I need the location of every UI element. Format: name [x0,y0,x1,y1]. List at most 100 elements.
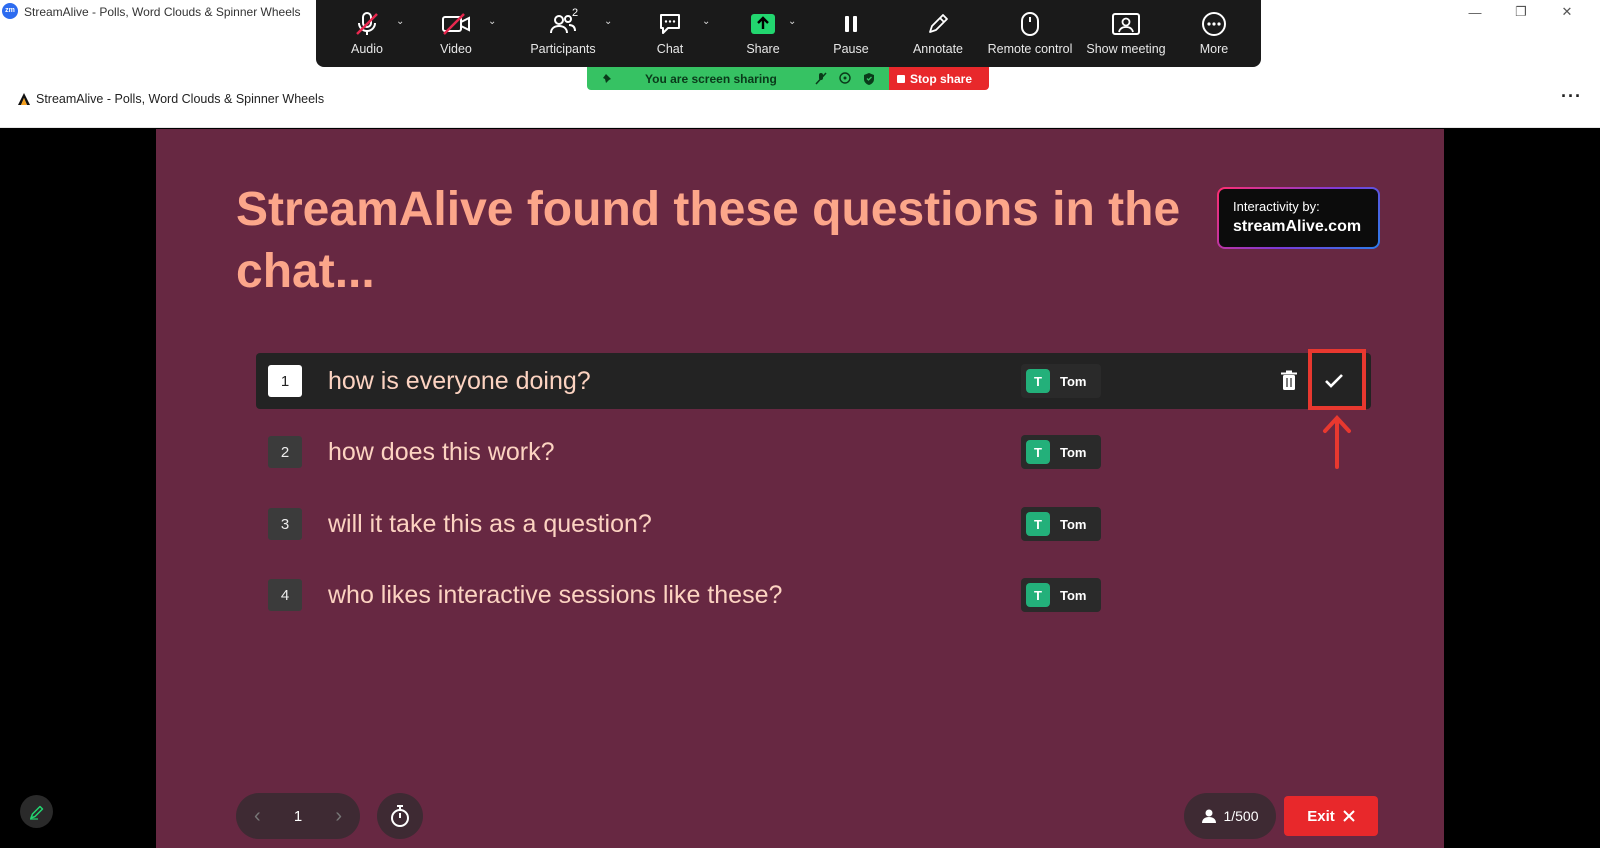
question-number: 3 [268,508,302,540]
draw-tool-button[interactable] [20,795,53,828]
chevron-down-icon[interactable]: ⌄ [396,16,404,27]
audio-button[interactable]: ⌄ Audio [326,0,408,67]
stopwatch-icon [391,805,409,827]
mic-muted-small-icon [815,72,827,85]
show-meeting-button[interactable]: Show meeting [1078,0,1174,67]
chevron-right-icon[interactable]: › [335,805,342,828]
participants-button[interactable]: 2 ⌄ Participants [504,0,622,67]
chevron-down-icon[interactable]: ⌄ [488,16,496,27]
chevron-down-icon[interactable]: ⌄ [702,16,710,27]
chat-button[interactable]: ⌄ Chat [622,0,718,67]
question-row[interactable]: 1 how is everyone doing? T Tom [256,353,1371,409]
shield-check-icon [864,73,874,85]
avatar: T [1026,583,1050,607]
slide-headline: StreamAlive found these questions in the… [236,183,1181,298]
pencil-icon [929,14,948,33]
avatar: T [1026,369,1050,393]
question-number: 4 [268,579,302,611]
brand-caption: Interactivity by: [1233,199,1320,214]
question-text: who likes interactive sessions like thes… [328,581,783,609]
chat-icon [660,14,680,34]
app-tab-title: StreamAlive - Polls, Word Clouds & Spinn… [36,92,325,106]
chevron-down-icon[interactable]: ⌄ [788,16,796,27]
trash-icon[interactable] [1280,370,1298,392]
question-row[interactable]: 3 will it take this as a question? T Tom [256,496,1371,552]
annotate-button[interactable]: Annotate [894,0,982,67]
show-meeting-label: Show meeting [1086,42,1166,56]
author-name: Tom [1060,373,1087,389]
participants-count-label: 1/500 [1223,808,1259,824]
avatar: T [1026,512,1050,536]
avatar: T [1026,440,1050,464]
question-row[interactable]: 4 who likes interactive sessions like th… [256,567,1371,623]
remote-control-button[interactable]: Remote control [982,0,1078,67]
status-circle-icon [839,72,851,84]
audio-label: Audio [351,42,383,56]
video-button[interactable]: ⌄ Video [408,0,504,67]
brand-domain: streamAlive.com [1233,218,1362,235]
stop-share-label: Stop share [910,71,973,86]
user-icon [1202,809,1217,823]
restore-button[interactable]: ❐ [1498,0,1544,24]
share-label: Share [746,42,780,56]
share-button[interactable]: ⌄ Share [718,0,808,67]
highlight-box [1308,349,1366,410]
question-number: 1 [268,365,302,397]
participants-count-button[interactable]: 1/500 [1184,793,1276,839]
pause-icon [845,16,857,32]
zoom-meeting-toolbar: ⌄ Audio ⌄ Video 2 ⌄ Participants ⌄ Chat … [316,0,1261,67]
stop-share-button[interactable]: Stop share [889,67,989,90]
close-icon [1343,810,1355,822]
participants-label: Participants [530,42,596,56]
pause-label: Pause [833,42,869,56]
video-label: Video [440,42,472,56]
streamalive-logo-icon [18,93,30,105]
show-meeting-icon [1112,13,1140,35]
window-title: StreamAlive - Polls, Word Clouds & Spinn… [24,5,301,19]
exit-label: Exit [1307,807,1335,825]
streamalive-brand-badge[interactable]: Interactivity by: streamAlive.com [1217,187,1380,249]
author-name: Tom [1060,516,1087,532]
participants-count: 2 [572,7,579,19]
remote-control-label: Remote control [987,42,1073,56]
video-off-icon [442,13,470,35]
page-number: 1 [293,807,303,825]
author-chip: T Tom [1021,578,1101,612]
share-status-text: You are screen sharing [645,72,777,86]
more-icon [1202,12,1226,36]
exit-button[interactable]: Exit [1284,796,1378,836]
presentation-slide: StreamAlive found these questions in the… [156,129,1444,848]
pencil-icon [29,805,43,820]
pin-icon[interactable] [601,72,613,84]
more-dots-icon[interactable]: ··· [1561,86,1582,107]
question-text: will it take this as a question? [328,510,652,538]
app-tab[interactable]: StreamAlive - Polls, Word Clouds & Spinn… [18,92,324,106]
author-name: Tom [1060,587,1087,603]
screen-sharing-banner: You are screen sharing [587,67,889,90]
question-text: how does this work? [328,438,555,466]
share-screen-icon [751,14,775,34]
pause-button[interactable]: Pause [808,0,894,67]
mouse-icon [1021,12,1039,36]
question-number: 2 [268,436,302,468]
author-chip: T Tom [1021,507,1101,541]
stop-square-icon [897,74,905,83]
more-label: More [1199,42,1229,56]
author-name: Tom [1060,444,1087,460]
arrow-up-icon [1323,415,1351,469]
author-chip: T Tom [1021,435,1101,469]
slide-pager: ‹ 1 › [236,793,360,839]
chevron-left-icon[interactable]: ‹ [254,805,261,828]
question-row[interactable]: 2 how does this work? T Tom [256,424,1371,480]
author-chip: T Tom [1021,364,1101,398]
minimize-button[interactable]: — [1452,0,1498,24]
annotate-label: Annotate [912,42,964,56]
chevron-down-icon[interactable]: ⌄ [604,16,612,27]
more-button[interactable]: More [1174,0,1254,67]
close-window-button[interactable]: ✕ [1544,0,1590,24]
timer-button[interactable] [377,793,423,839]
zoom-app-icon: zm [2,3,18,19]
question-text: how is everyone doing? [328,367,591,395]
microphone-muted-icon [356,12,378,35]
chat-label: Chat [656,42,684,56]
